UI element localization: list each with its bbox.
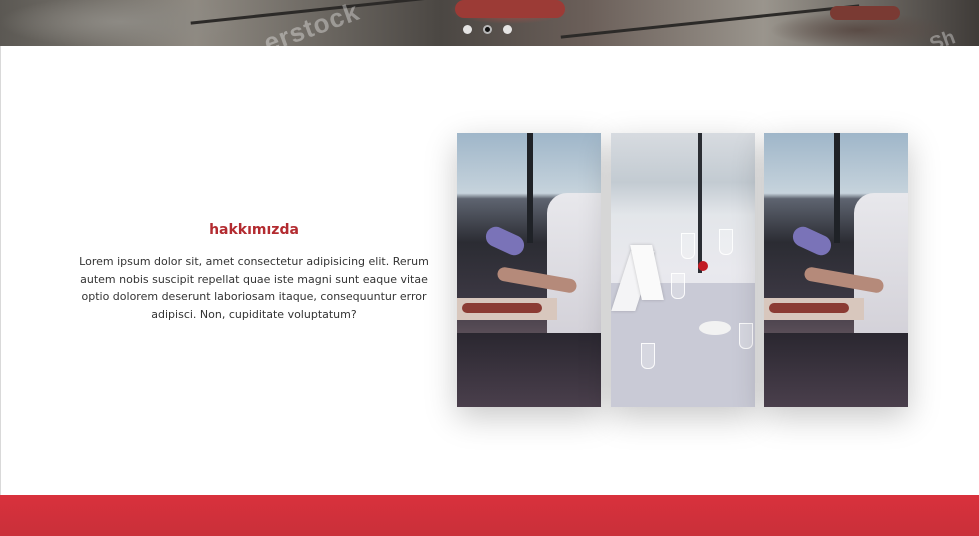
- slider-dot-active[interactable]: [483, 25, 492, 34]
- photo-detail: [789, 223, 835, 259]
- about-title: hakkımızda: [209, 222, 299, 238]
- slider-dot[interactable]: [503, 25, 512, 34]
- hero-skewer: [560, 4, 860, 39]
- hero-kebab: [830, 6, 900, 20]
- photo-detail: [641, 343, 655, 369]
- photo-detail: [457, 333, 601, 407]
- hero-watermark: erstock: [259, 0, 364, 46]
- photo-detail: [769, 303, 849, 313]
- hero-watermark: Sh: [926, 26, 959, 46]
- hero-slider[interactable]: erstock Sh: [0, 0, 979, 46]
- gallery-photo-chef[interactable]: [764, 133, 908, 407]
- photo-detail: [698, 261, 708, 271]
- photo-detail: [834, 133, 840, 243]
- photo-detail: [699, 321, 731, 335]
- about-text: Lorem ipsum dolor sit, amet consectetur …: [79, 255, 429, 321]
- photo-detail: [482, 223, 528, 259]
- photo-detail: [671, 273, 685, 299]
- page-left-border: [0, 0, 1, 536]
- footer-bar: [0, 495, 979, 536]
- photo-detail: [681, 233, 695, 259]
- photo-detail: [698, 133, 702, 273]
- photo-gallery: [457, 133, 909, 407]
- gallery-photo-chef[interactable]: [457, 133, 601, 407]
- photo-detail: [739, 323, 753, 349]
- slider-dot[interactable]: [463, 25, 472, 34]
- photo-detail: [719, 229, 733, 255]
- photo-detail: [527, 133, 533, 243]
- slider-dots: [463, 25, 512, 34]
- photo-detail: [462, 303, 542, 313]
- photo-detail: [764, 333, 908, 407]
- gallery-photo-table[interactable]: [611, 133, 755, 407]
- hero-kebab: [455, 0, 565, 18]
